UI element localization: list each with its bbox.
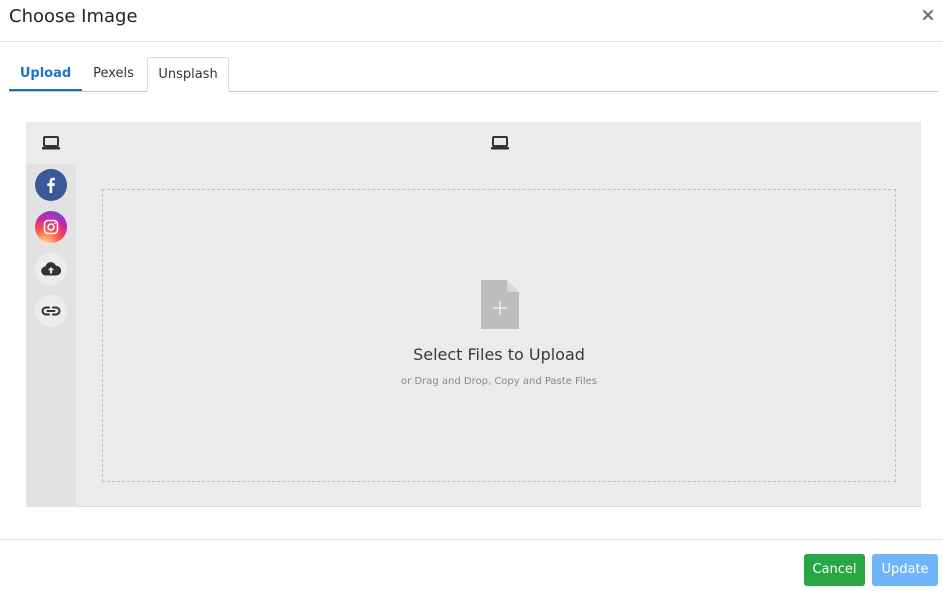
source-cloud[interactable] (35, 253, 67, 285)
tab-unsplash[interactable]: Unsplash (147, 57, 229, 92)
modal-header: Choose Image (0, 0, 943, 42)
laptop-icon (491, 136, 509, 150)
tab-pexels[interactable]: Pexels (82, 57, 145, 91)
update-button[interactable]: Update (872, 554, 938, 586)
source-facebook[interactable] (35, 169, 67, 201)
source-my-device[interactable] (35, 132, 67, 154)
modal-title: Choose Image (9, 6, 138, 27)
source-sidebar (26, 122, 76, 507)
tab-bar: Upload Pexels Unsplash (9, 57, 938, 92)
facebook-icon (47, 177, 55, 193)
file-add-icon (481, 280, 519, 329)
instagram-icon (43, 219, 59, 235)
laptop-icon (42, 136, 60, 150)
close-icon (923, 10, 933, 20)
dropzone-title: Select Files to Upload (413, 345, 585, 364)
modal-footer: Cancel Update (0, 539, 943, 591)
device-header-icon (491, 135, 509, 151)
cloud-upload-icon (41, 262, 61, 276)
source-instagram[interactable] (35, 211, 67, 243)
source-link[interactable] (35, 295, 67, 327)
uploader-panel: Select Files to Upload or Drag and Drop,… (26, 122, 921, 507)
cancel-button[interactable]: Cancel (804, 554, 865, 586)
tab-upload[interactable]: Upload (9, 57, 82, 91)
dropzone-subtitle: or Drag and Drop, Copy and Paste Files (401, 376, 597, 387)
close-button[interactable] (921, 8, 935, 22)
link-icon (41, 306, 61, 316)
file-dropzone[interactable]: Select Files to Upload or Drag and Drop,… (102, 189, 896, 482)
